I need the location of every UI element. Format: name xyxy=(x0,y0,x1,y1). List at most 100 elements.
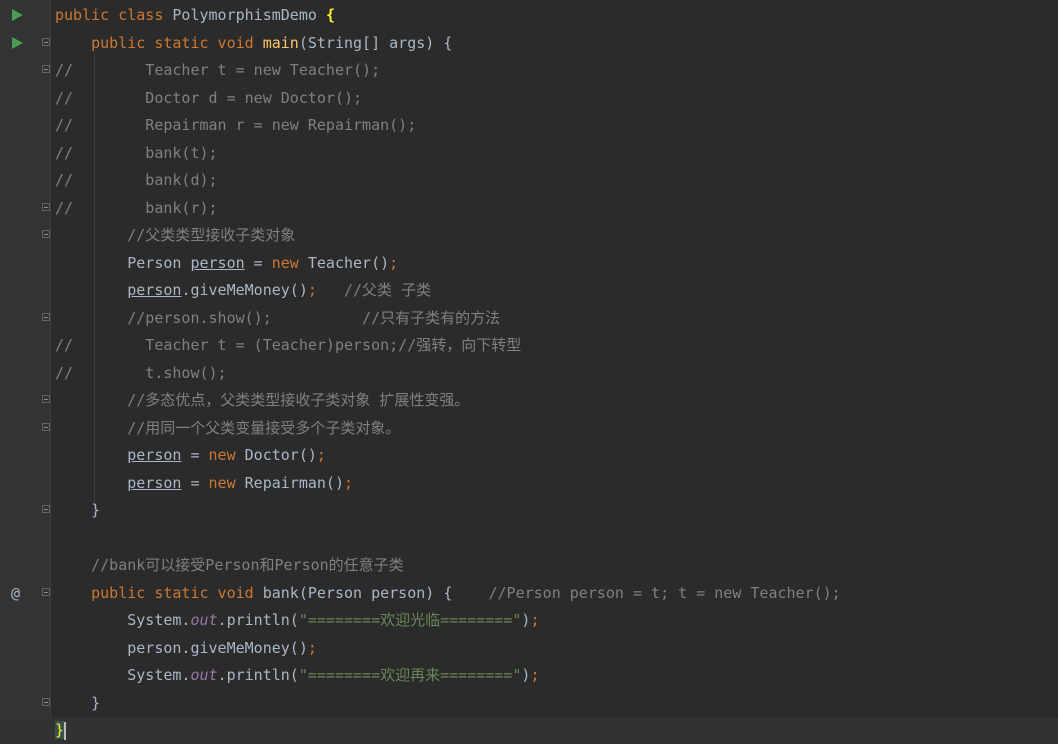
code-line[interactable]: public class PolymorphismDemo { xyxy=(0,2,1058,29)
code-line[interactable]: } xyxy=(0,690,1058,717)
code-line[interactable]: public static void main(String[] args) { xyxy=(0,30,1058,57)
code-token: { xyxy=(325,6,335,24)
code-line[interactable]: System.out.println("========欢迎再来========… xyxy=(0,662,1058,689)
code-token: = xyxy=(244,253,272,272)
code-token: Teacher() xyxy=(307,253,390,272)
code-token: System. xyxy=(55,666,191,684)
code-token: // t.show(); xyxy=(55,363,227,382)
code-line[interactable]: //父类类型接收子类对象 xyxy=(0,222,1058,249)
code-line[interactable]: // bank(r); xyxy=(0,195,1058,222)
code-token: out xyxy=(190,611,218,629)
code-line[interactable]: // bank(t); xyxy=(0,140,1058,167)
code-text: // bank(t); xyxy=(55,140,218,167)
code-token: (String[] args) { xyxy=(298,33,453,52)
code-token: // Teacher t = (Teacher)person;//强转，向下转型 xyxy=(55,336,522,354)
fold-marker-icon[interactable] xyxy=(42,395,50,403)
code-line[interactable]: person = new Doctor(); xyxy=(0,442,1058,469)
fold-marker-icon[interactable] xyxy=(42,312,50,321)
code-token: // bank(t); xyxy=(55,143,218,162)
code-line[interactable]: // Repairman r = new Repairman(); xyxy=(0,112,1058,139)
code-line[interactable]: } xyxy=(0,717,1058,744)
code-token: //父类 子类 xyxy=(344,281,432,299)
code-text: //用同一个父类变量接受多个子类对象。 xyxy=(55,415,400,442)
code-token: // Doctor d = new Doctor(); xyxy=(55,88,363,107)
code-token: // bank(d); xyxy=(55,171,218,189)
code-token: new xyxy=(271,253,308,272)
fold-marker-icon[interactable] xyxy=(42,697,50,706)
override-at-icon[interactable]: @ xyxy=(11,580,20,607)
code-token: ; xyxy=(389,253,399,272)
code-token: (Person person) { xyxy=(298,583,489,602)
code-text: // Doctor d = new Doctor(); xyxy=(55,85,362,112)
code-token: new xyxy=(208,446,245,464)
fold-marker-icon[interactable] xyxy=(42,202,50,211)
code-token: ; xyxy=(307,281,344,299)
run-triangle-icon[interactable] xyxy=(12,36,23,49)
code-token: public static void xyxy=(91,33,263,52)
code-text: person.giveMeMoney(); //父类 子类 xyxy=(55,277,431,304)
code-line[interactable]: //用同一个父类变量接受多个子类对象。 xyxy=(0,415,1058,442)
code-token: ; xyxy=(530,611,540,629)
code-line[interactable]: // Teacher t = (Teacher)person;//强转，向下转型 xyxy=(0,332,1058,359)
code-token: // bank(r); xyxy=(55,198,218,217)
code-line[interactable]: // Doctor d = new Doctor(); xyxy=(0,85,1058,112)
code-text: // t.show(); xyxy=(55,360,227,387)
code-token: person xyxy=(127,446,182,464)
run-triangle-icon[interactable] xyxy=(12,9,23,21)
code-token: } xyxy=(55,721,65,739)
code-token: "========欢迎再来========" xyxy=(298,666,522,684)
code-token: public class xyxy=(55,6,173,24)
code-text: public class PolymorphismDemo { xyxy=(55,2,335,29)
code-line[interactable]: //bank可以接受Person和Person的任意子类 xyxy=(0,552,1058,579)
code-line[interactable]: System.out.println("========欢迎光临========… xyxy=(0,607,1058,634)
code-line[interactable]: //多态优点，父类类型接收子类对象 扩展性变强。 xyxy=(0,387,1058,414)
code-token: //bank可以接受Person和Person的任意子类 xyxy=(91,556,404,574)
code-line[interactable]: @ public static void bank(Person person)… xyxy=(0,580,1058,607)
text-caret xyxy=(64,721,67,740)
code-token: person xyxy=(127,473,182,492)
code-token: bank xyxy=(262,583,299,602)
fold-marker-icon[interactable] xyxy=(42,230,50,238)
code-token: new xyxy=(208,473,245,492)
fold-marker-icon[interactable] xyxy=(42,587,50,596)
code-text: // bank(d); xyxy=(55,167,218,194)
code-line[interactable]: // bank(d); xyxy=(0,167,1058,194)
fold-marker-icon[interactable] xyxy=(42,505,50,513)
code-line[interactable]: // t.show(); xyxy=(0,360,1058,387)
code-token: ; xyxy=(344,473,354,492)
code-line[interactable]: Person person = new Teacher(); xyxy=(0,250,1058,277)
code-token: main xyxy=(262,33,299,52)
code-editor[interactable]: public class PolymorphismDemo { public s… xyxy=(0,0,1058,744)
code-text: } xyxy=(55,690,100,717)
code-text: System.out.println("========欢迎光临========… xyxy=(55,607,539,634)
code-line[interactable] xyxy=(0,525,1058,552)
code-token: Doctor() xyxy=(244,446,317,464)
code-line[interactable]: // Teacher t = new Teacher(); xyxy=(0,57,1058,84)
fold-marker-icon[interactable] xyxy=(42,37,50,46)
fold-marker-icon[interactable] xyxy=(42,422,50,431)
code-line[interactable]: person.giveMeMoney(); xyxy=(0,635,1058,662)
code-token: person.giveMeMoney() xyxy=(55,638,308,657)
code-token: System. xyxy=(55,611,191,629)
code-token: //多态优点，父类类型接收子类对象 扩展性变强。 xyxy=(127,391,470,409)
code-line[interactable]: } xyxy=(0,497,1058,524)
code-token: //person.show(); //只有子类有的方法 xyxy=(127,308,501,327)
code-line[interactable]: person = new Repairman(); xyxy=(0,470,1058,497)
code-token: // Repairman r = new Repairman(); xyxy=(55,116,417,134)
code-token: person xyxy=(190,253,245,272)
code-token: = xyxy=(181,446,209,464)
code-token: "========欢迎光临========" xyxy=(298,611,522,629)
code-text: // Teacher t = (Teacher)person;//强转，向下转型 xyxy=(55,332,521,359)
code-token: //父类类型接收子类对象 xyxy=(127,226,296,244)
code-text: // Repairman r = new Repairman(); xyxy=(55,112,416,139)
code-line[interactable]: //person.show(); //只有子类有的方法 xyxy=(0,305,1058,332)
fold-marker-icon[interactable] xyxy=(42,65,50,73)
code-line[interactable]: person.giveMeMoney(); //父类 子类 xyxy=(0,277,1058,304)
code-token: Repairman() xyxy=(244,473,344,492)
